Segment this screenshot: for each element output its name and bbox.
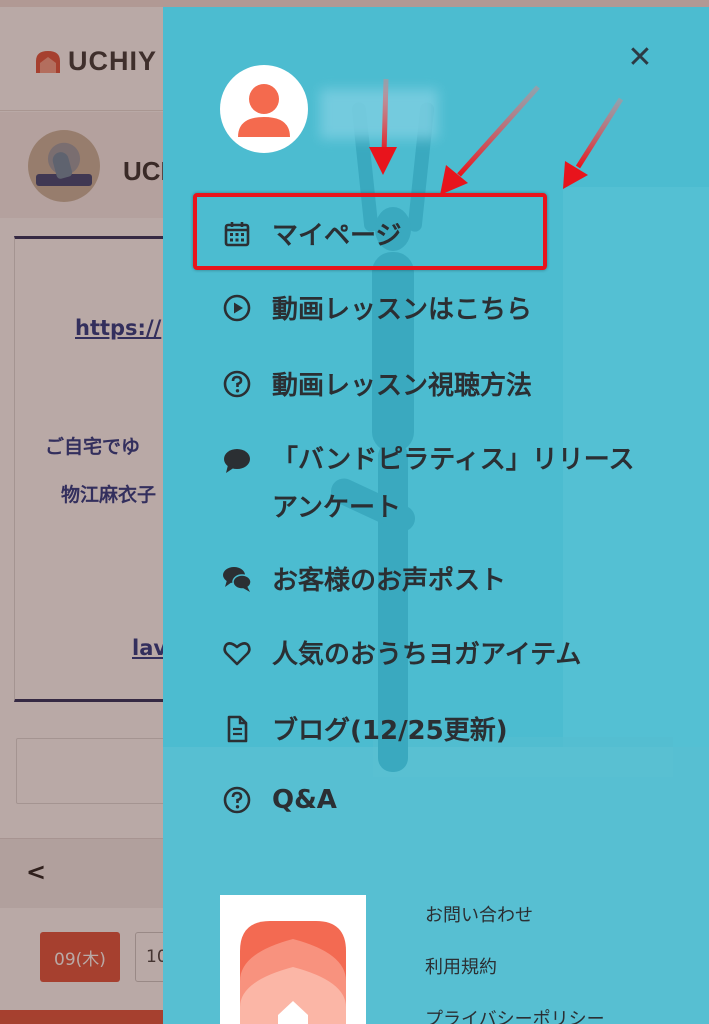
menu-item-customer-voices[interactable]: お客様のお声ポスト (222, 560, 506, 597)
footer-link-contact[interactable]: お問い合わせ (425, 901, 605, 927)
arrow-2 (440, 85, 540, 195)
menu-label-how-to-watch: 動画レッスン視聴方法 (272, 371, 533, 401)
heart-icon (223, 641, 251, 665)
menu-label-survey: 「バンドピラティス」リリースアンケート (272, 445, 635, 523)
menu-label-blog: ブログ(12/25更新) (272, 716, 508, 746)
arrow-1 (369, 78, 397, 175)
comments-icon (223, 566, 252, 592)
footer-link-privacy[interactable]: プライバシーポリシー (425, 1005, 605, 1024)
logo-card[interactable] (220, 895, 366, 1024)
menu-item-survey[interactable]: 「バンドピラティス」リリースアンケート (222, 436, 652, 532)
menu-label-qa: Q&A (272, 785, 337, 815)
footer-link-terms[interactable]: 利用規約 (425, 953, 605, 979)
annotation-arrows (369, 78, 624, 195)
menu-item-qa[interactable]: Q&A (222, 785, 337, 815)
house-logo-icon (240, 921, 346, 1024)
arrow-3 (563, 97, 624, 189)
comment-icon (224, 449, 250, 473)
question-circle-icon (223, 370, 251, 397)
menu-label-customer-voices: お客様のお声ポスト (272, 566, 507, 596)
question-circle-icon (223, 786, 251, 814)
side-drawer: ✕ マイページ 動画レッスンはこちら 動画レッスン視聴方法 「バンドピラティス」… (163, 7, 709, 1024)
file-icon (227, 715, 248, 742)
footer-links: お問い合わせ 利用規約 プライバシーポリシー (425, 901, 605, 1024)
menu-item-blog[interactable]: ブログ(12/25更新) (222, 710, 508, 747)
menu-item-how-to-watch[interactable]: 動画レッスン視聴方法 (222, 365, 532, 402)
menu-label-popular-items: 人気のおうちヨガアイテム (272, 640, 582, 670)
menu-item-popular-items[interactable]: 人気のおうちヨガアイテム (222, 634, 581, 671)
